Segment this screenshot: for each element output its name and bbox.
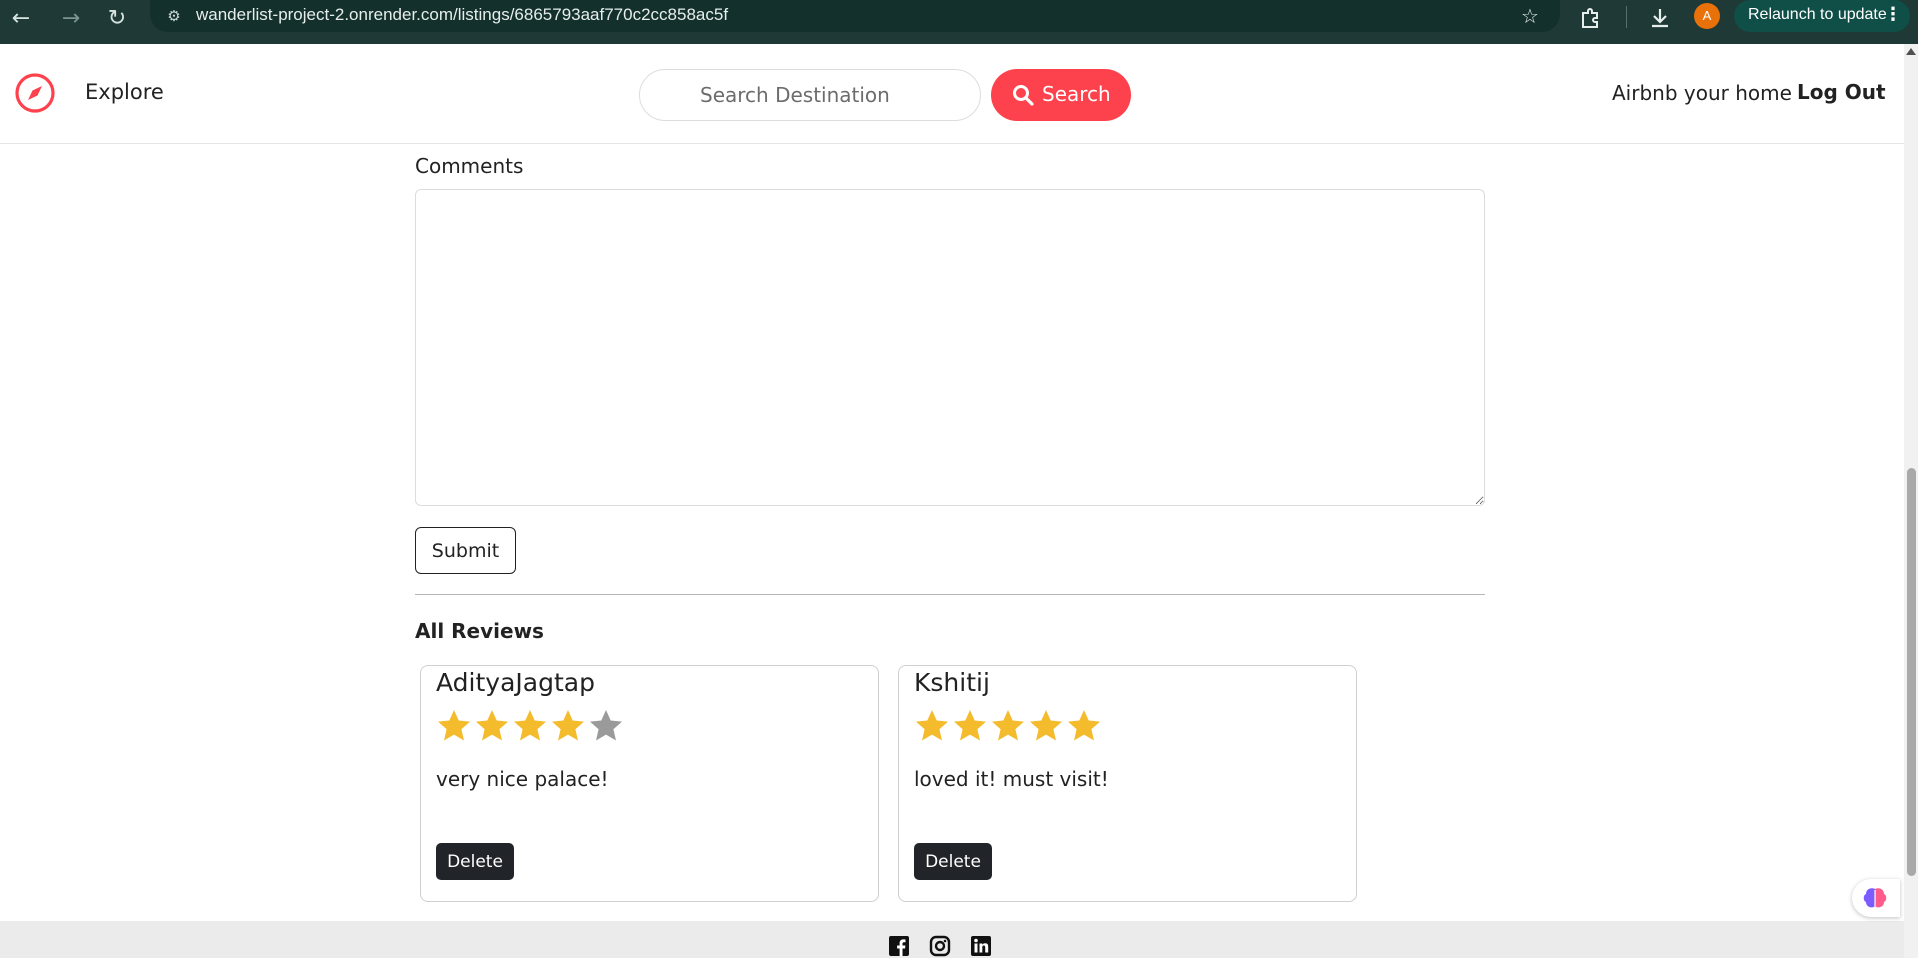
star-filled-icon <box>438 710 470 741</box>
review-comment: very nice palace! <box>436 767 609 791</box>
app-navbar: Explore Search Airbnb your home Log Out <box>0 44 1904 144</box>
star-filled-icon <box>476 710 508 741</box>
review-author: AdityaJagtap <box>436 668 595 697</box>
linkedin-icon[interactable] <box>970 935 992 957</box>
profile-avatar[interactable]: A <box>1694 3 1720 29</box>
star-filled-icon <box>1068 710 1100 741</box>
search-icon <box>1013 85 1034 106</box>
review-card: AdityaJagtap very nice palace! Delete <box>420 665 879 902</box>
page-footer <box>0 921 1904 958</box>
star-filled-icon <box>552 710 584 741</box>
star-empty-icon <box>590 710 622 741</box>
menu-kebab-icon[interactable]: ⋮ <box>1884 4 1902 25</box>
review-author: Kshitij <box>914 668 990 697</box>
section-divider <box>415 594 1485 595</box>
forward-icon[interactable]: → <box>56 4 86 34</box>
star-filled-icon <box>916 710 948 741</box>
logout-link[interactable]: Log Out <box>1797 80 1886 104</box>
scroll-up-arrow-icon[interactable] <box>1906 48 1916 55</box>
brain-icon <box>1863 888 1887 908</box>
review-card: Kshitij loved it! must visit! Delete <box>898 665 1357 902</box>
star-filled-icon <box>992 710 1024 741</box>
download-icon[interactable] <box>1646 4 1674 32</box>
extensions-icon[interactable] <box>1576 4 1604 32</box>
assistant-widget-button[interactable] <box>1852 879 1900 917</box>
url-text[interactable]: wanderlist-project-2.onrender.com/listin… <box>196 5 728 25</box>
compass-logo-icon[interactable] <box>14 72 56 114</box>
reload-icon[interactable]: ↻ <box>102 4 132 34</box>
star-filled-icon <box>954 710 986 741</box>
star-filled-icon <box>514 710 546 741</box>
star-filled-icon <box>1030 710 1062 741</box>
submit-button[interactable]: Submit <box>415 527 516 574</box>
facebook-icon[interactable] <box>888 935 910 957</box>
relaunch-label: Relaunch to update <box>1748 6 1887 23</box>
back-icon[interactable]: ← <box>6 4 36 34</box>
instagram-icon[interactable] <box>929 935 951 957</box>
browser-toolbar: ← → ↻ ⚙ wanderlist-project-2.onrender.co… <box>0 0 1918 44</box>
search-input[interactable] <box>639 69 981 121</box>
review-comment: loved it! must visit! <box>914 767 1109 791</box>
star-rating <box>913 706 1103 746</box>
star-rating <box>435 706 625 746</box>
page-scrollbar[interactable] <box>1904 44 1918 958</box>
toolbar-divider <box>1626 6 1627 28</box>
comments-label: Comments <box>415 154 524 178</box>
search-button[interactable]: Search <box>991 69 1131 121</box>
bookmark-star-icon[interactable]: ☆ <box>1516 2 1544 30</box>
delete-review-button[interactable]: Delete <box>914 843 992 880</box>
all-reviews-heading: All Reviews <box>415 619 544 643</box>
comments-textarea[interactable] <box>415 189 1485 506</box>
address-bar[interactable]: ⚙ wanderlist-project-2.onrender.com/list… <box>150 0 1560 32</box>
delete-review-button[interactable]: Delete <box>436 843 514 880</box>
site-settings-icon[interactable]: ⚙ <box>164 6 184 26</box>
scroll-thumb[interactable] <box>1907 468 1916 876</box>
search-button-label: Search <box>1042 82 1111 106</box>
airbnb-your-home-link[interactable]: Airbnb your home <box>1612 81 1792 105</box>
relaunch-button[interactable]: Relaunch to update ⋮ <box>1734 0 1910 32</box>
explore-link[interactable]: Explore <box>85 80 164 104</box>
